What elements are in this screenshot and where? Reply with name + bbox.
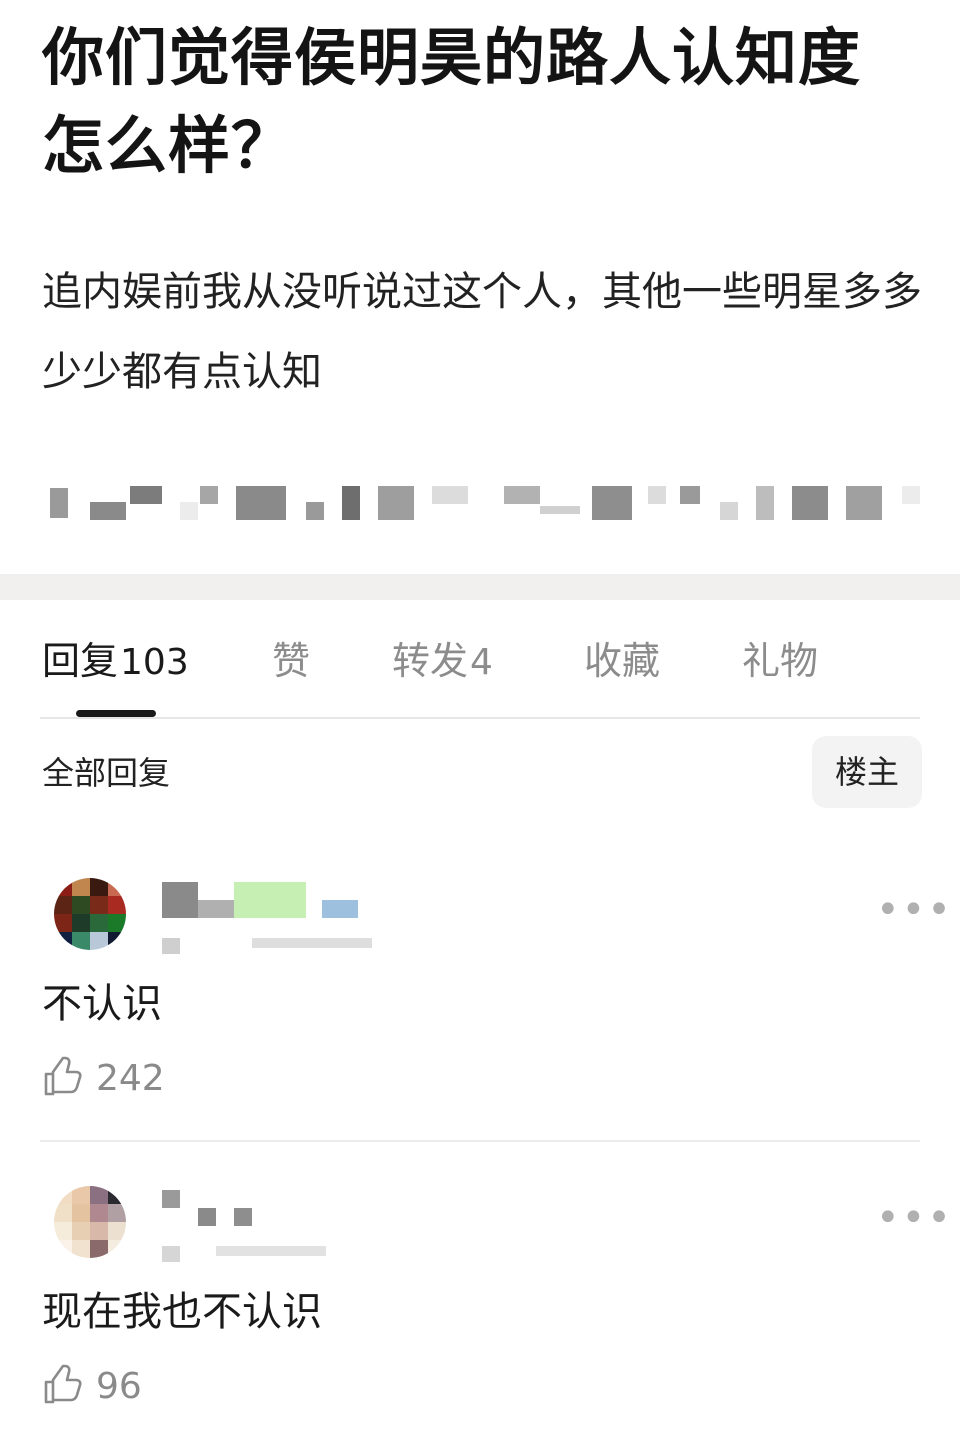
avatar[interactable]: [54, 1186, 126, 1258]
tab-favorites[interactable]: 收藏: [584, 636, 660, 686]
like-count: 96: [96, 1366, 142, 1407]
tab-label: 礼物: [742, 639, 819, 683]
like-count: 242: [96, 1058, 165, 1099]
more-options-button[interactable]: •••: [876, 1198, 953, 1238]
post-body: 追内娱前我从没听说过这个人，其他一些明星多多少少都有点认知: [42, 269, 922, 395]
comment-text: 不认识: [42, 981, 162, 1027]
like-button[interactable]: 242: [42, 1056, 182, 1102]
section-divider: [0, 574, 960, 600]
tab-label: 转发: [392, 639, 469, 683]
tab-replies[interactable]: 回复103: [42, 636, 189, 688]
thumbs-up-icon: [44, 1056, 82, 1096]
post-title: 你们觉得侯明昊的路人认知度怎么样？: [42, 21, 862, 182]
tab-count: 103: [120, 642, 189, 683]
comment-item: ••• 不认识 242: [0, 860, 960, 1130]
all-replies-label: 全部回复: [42, 754, 171, 792]
tab-gifts[interactable]: 礼物: [742, 636, 818, 686]
obscured-username[interactable]: [162, 882, 402, 954]
more-options-button[interactable]: •••: [876, 890, 953, 930]
thumbs-up-icon: [44, 1364, 82, 1404]
tab-label: 赞: [272, 639, 311, 683]
author-only-button[interactable]: 楼主: [812, 736, 922, 808]
tabs-divider: [40, 717, 920, 719]
comment-item: ••• 现在我也不认识 96: [0, 1168, 960, 1438]
tab-likes[interactable]: 赞: [272, 636, 310, 686]
comment-text: 现在我也不认识: [42, 1289, 322, 1335]
avatar[interactable]: [54, 878, 126, 950]
tab-count: 4: [470, 642, 493, 683]
tab-reposts[interactable]: 转发4: [392, 636, 493, 688]
comment-divider: [40, 1140, 920, 1142]
tab-label: 收藏: [584, 639, 661, 683]
obscured-username[interactable]: [162, 1190, 362, 1262]
like-button[interactable]: 96: [42, 1364, 162, 1410]
tab-label: 回复: [42, 639, 119, 683]
active-tab-indicator: [76, 710, 156, 717]
tab-bar: 回复103 赞 转发4 收藏 礼物: [0, 620, 960, 717]
obscured-post-info: [40, 484, 930, 526]
post-page: 你们觉得侯明昊的路人认知度怎么样？ 追内娱前我从没听说过这个人，其他一些明星多多…: [0, 0, 960, 1449]
